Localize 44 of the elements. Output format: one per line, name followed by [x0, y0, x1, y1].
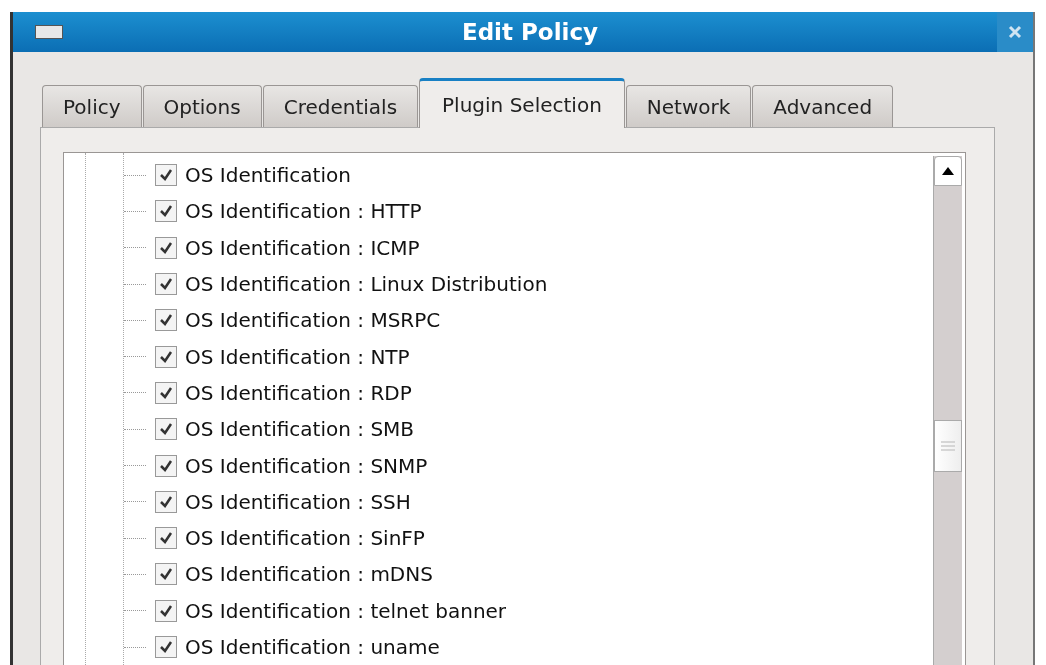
grip-icon — [940, 440, 956, 452]
tab[interactable]: Network — [625, 85, 752, 127]
plugin-label[interactable]: OS Identification : Linux Distribution — [185, 272, 548, 297]
window-menu-icon[interactable] — [35, 25, 63, 39]
checkbox[interactable] — [155, 273, 177, 296]
plugin-label[interactable]: OS Identification : SSH — [185, 489, 411, 514]
plugin-label[interactable]: OS Identification : HTTP — [185, 199, 422, 224]
plugin-label[interactable]: OS Identification : SNMP — [185, 453, 428, 478]
checkbox[interactable] — [155, 345, 177, 368]
plugin-label[interactable]: OS Identification : MSRPC — [185, 308, 441, 333]
checkbox[interactable] — [155, 200, 177, 223]
tab[interactable]: Advanced — [752, 85, 894, 127]
tab[interactable]: Plugin Selection — [419, 78, 625, 128]
plugin-label[interactable]: OS Identification : uname — [185, 635, 440, 659]
checkbox[interactable] — [155, 418, 177, 441]
tab[interactable]: Options — [142, 85, 262, 127]
scroll-up-button[interactable] — [934, 156, 962, 186]
scroll-thumb[interactable] — [934, 420, 962, 472]
plugin-label[interactable]: OS Identification : SMB — [185, 417, 415, 442]
checkbox[interactable] — [155, 236, 177, 259]
plugin-label[interactable]: OS Identification : SinFP — [185, 526, 425, 551]
window-title: Edit Policy — [460, 19, 600, 45]
checkbox[interactable] — [155, 164, 177, 187]
checkbox[interactable] — [155, 490, 177, 513]
checkbox[interactable] — [155, 309, 177, 332]
checkbox[interactable] — [155, 563, 177, 586]
close-icon — [1008, 25, 1022, 39]
checkbox[interactable] — [155, 527, 177, 550]
scrollbar[interactable] — [933, 156, 962, 665]
plugin-label[interactable]: OS Identification : mDNS — [185, 562, 433, 587]
plugin-label[interactable]: OS Identification — [185, 163, 351, 188]
plugin-label[interactable]: OS Identification : ICMP — [185, 235, 420, 260]
checkbox[interactable] — [155, 454, 177, 477]
plugin-label[interactable]: OS Identification : NTP — [185, 344, 410, 369]
tab[interactable]: Credentials — [262, 85, 419, 127]
checkbox[interactable] — [155, 599, 177, 622]
plugin-label[interactable]: OS Identification : RDP — [185, 380, 412, 405]
plugin-label[interactable]: OS Identification : telnet banner — [185, 598, 507, 623]
checkmark-icon — [158, 639, 174, 655]
checkbox[interactable] — [155, 636, 177, 658]
checkbox[interactable] — [155, 381, 177, 404]
tab[interactable]: Policy — [42, 85, 142, 127]
up-arrow-icon — [941, 166, 955, 176]
close-button[interactable] — [997, 12, 1033, 52]
